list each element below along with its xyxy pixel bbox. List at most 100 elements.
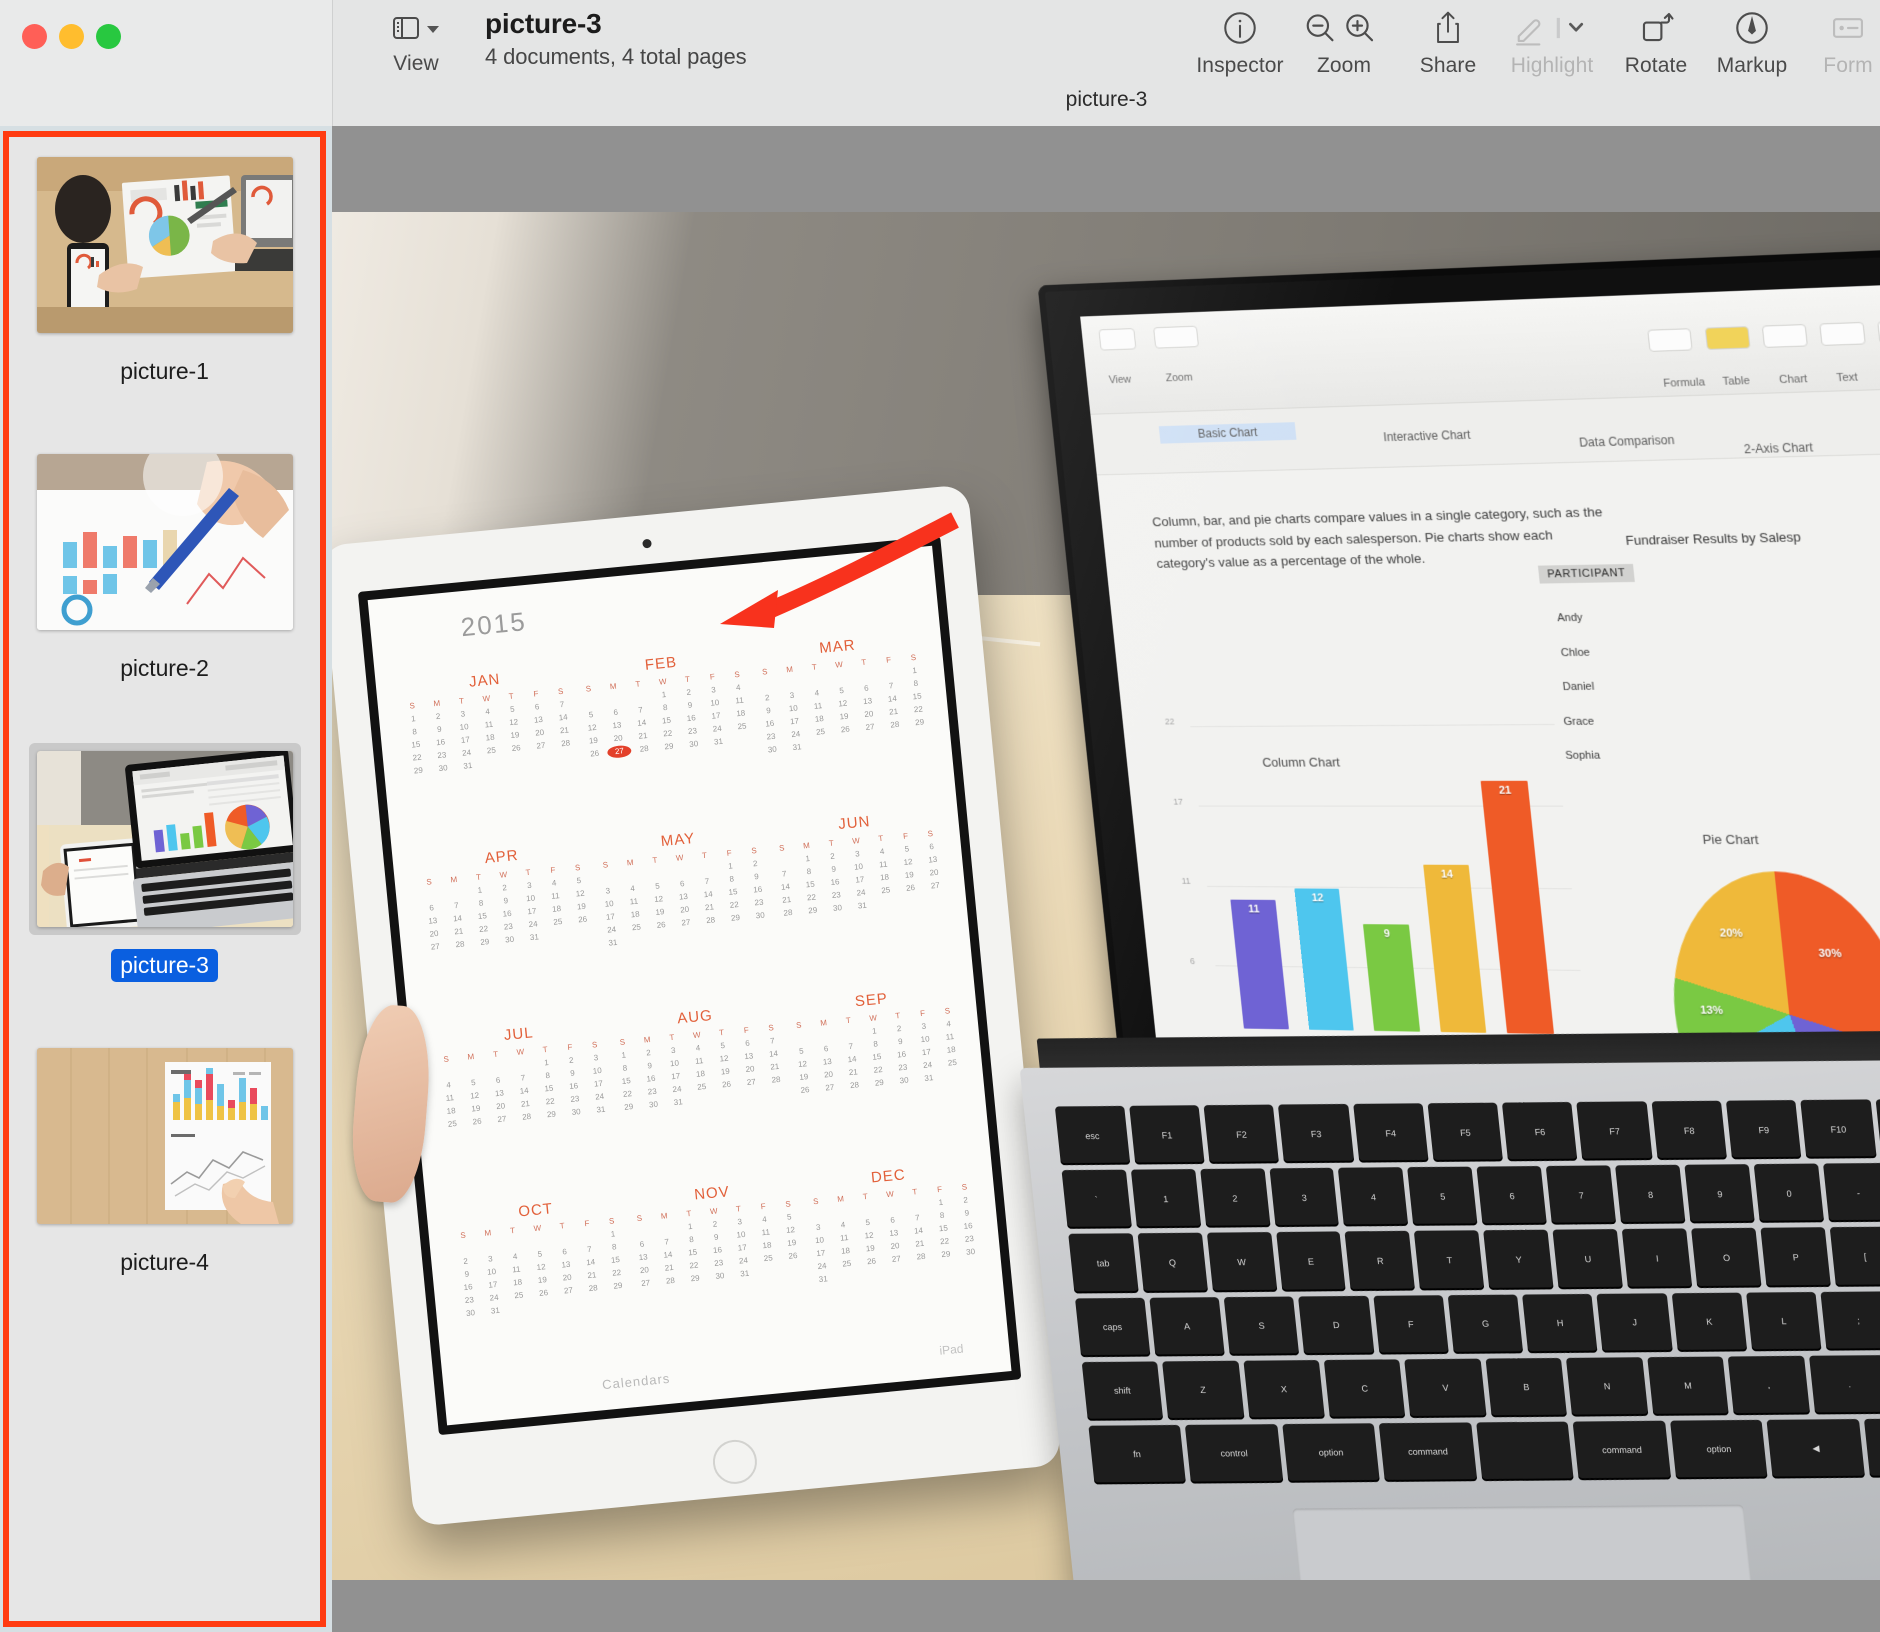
- list-item[interactable]: picture-2: [9, 446, 320, 743]
- calendar-days: S M T W T F S 1 2 3 4 5 6 7 8 9 10 11 12 13 14 15 16 17 18 19 20 21…: [610, 1021, 790, 1114]
- thumbnail-shell[interactable]: [29, 1040, 301, 1232]
- keyboard-key: B: [1485, 1357, 1568, 1417]
- keyboard-key: K: [1671, 1291, 1748, 1352]
- keyboard-key: fn: [1088, 1424, 1187, 1484]
- macbook-keyboard: escF1F2F3F4F5F6F7F8F9F10F11F12`123456789…: [1054, 1098, 1880, 1484]
- keyboard-key: ◀: [1766, 1418, 1866, 1478]
- calendar-day: 23: [754, 897, 764, 908]
- markup-label: Markup: [1716, 54, 1788, 77]
- calendar-weekday: T: [701, 851, 708, 861]
- calendar-day: 5: [786, 1211, 792, 1222]
- titlebar-right-zone: View picture-3 4 documents, 4 total page…: [332, 0, 1880, 126]
- calendar-weekday: T: [878, 834, 884, 844]
- keyboard-key: [1475, 1420, 1575, 1481]
- calendar-day: 8: [688, 1234, 695, 1244]
- thumbnail-label[interactable]: picture-1: [111, 355, 218, 388]
- thumbnail-label[interactable]: picture-2: [111, 652, 218, 685]
- thumbnail-shell[interactable]: [29, 446, 301, 638]
- calendar-day: 17: [487, 1279, 498, 1290]
- keyboard-key: esc: [1054, 1105, 1131, 1166]
- formula-chip: [1646, 327, 1693, 352]
- traffic-lights[interactable]: [22, 24, 121, 49]
- calendar-month: OCT S M T W T F S 1 2 3 4 5 6 7 8 9 10 11 12 13 14 15 16 17 18 19 2…: [449, 1193, 638, 1382]
- inspector-button[interactable]: Inspector: [1192, 6, 1288, 78]
- calendar-day: 26: [472, 1116, 482, 1126]
- calendar-day: 19: [839, 711, 849, 722]
- list-item[interactable]: picture-1: [9, 149, 320, 446]
- tab-basic-chart[interactable]: Basic Chart: [1158, 421, 1297, 444]
- calendar-days: S M T W T F S 1 2 3 4 5 6 7 8 9 10 11 12 13 14 15 16 17 18 19 20 21…: [627, 1197, 807, 1290]
- calendar-day: 14: [558, 712, 569, 723]
- page-canvas[interactable]: 2015 JAN S M T W T F S 1 2 3 4 5 6 7 8 9 10 11 12 13 14 15 16 17…: [332, 212, 1880, 1580]
- sidebar-toggle-icon[interactable]: [393, 17, 419, 39]
- highlight-label: Highlight: [1510, 54, 1594, 77]
- calendar-day: 10: [604, 899, 615, 910]
- calendar-day: 31: [529, 932, 540, 943]
- view-icons[interactable]: [393, 8, 439, 48]
- thumbnail-shell[interactable]: [29, 149, 301, 341]
- macbook-screen: View Zoom Formula Table Chart Text Basic…: [1080, 281, 1880, 1092]
- share-button[interactable]: Share: [1400, 6, 1496, 78]
- thumbnail-list[interactable]: picture-1 picture-2 picture-3 picture-4: [9, 137, 320, 1621]
- calendar-day: 27: [891, 1253, 902, 1264]
- document-viewer[interactable]: 2015 JAN S M T W T F S 1 2 3 4 5 6 7 8 9 10 11 12 13 14 15 16 17…: [332, 126, 1880, 1632]
- calendar-blank: [602, 693, 627, 707]
- thumbnail-image-picture-1[interactable]: [36, 157, 293, 333]
- calendar-day: 30: [688, 739, 699, 750]
- calendar-days: S M T W T F S 1 2 3 4 5 6 7 8 9 10 11 12 13 14 15 16 17 18 19 20 21…: [434, 1038, 614, 1131]
- calendar-day: 16: [463, 1281, 473, 1292]
- document-subtitle: 4 documents, 4 total pages: [485, 44, 747, 69]
- calendar-day: 20: [429, 929, 439, 939]
- thumbnail-shell[interactable]: [28, 743, 301, 935]
- calendar-weekday: M: [802, 841, 811, 851]
- markup-button[interactable]: Markup: [1704, 6, 1800, 78]
- list-item-selected[interactable]: picture-3: [9, 743, 320, 1040]
- calendar-day: 15: [544, 1083, 554, 1093]
- calendar-day: 21: [848, 1066, 859, 1077]
- rotate-icon: [1637, 6, 1675, 50]
- calendar-month: JUL S M T W T F S 1 2 3 4 5 6 7 8 9 10 11 12 13 14 15 16 17 18 19 2…: [432, 1017, 621, 1206]
- ipad-camera: [642, 538, 653, 549]
- tab-data-comparison[interactable]: Data Comparison: [1578, 433, 1675, 450]
- minimize-button[interactable]: [59, 24, 84, 49]
- keyboard-key: S: [1223, 1295, 1300, 1355]
- view-control[interactable]: View: [373, 8, 459, 76]
- calendar-day: 18: [485, 732, 496, 743]
- calendar-blank: [669, 864, 694, 878]
- calendar-day: 27: [563, 1285, 574, 1296]
- tab-interactive-chart[interactable]: Interactive Chart: [1383, 428, 1471, 444]
- form-button[interactable]: Form: [1800, 6, 1880, 78]
- thumbnail-image-picture-2[interactable]: [36, 454, 293, 630]
- thumbnail-sidebar[interactable]: picture-1 picture-2 picture-3 picture-4: [0, 126, 332, 1632]
- calendar-day: 26: [840, 724, 851, 735]
- calendar-day: 4: [551, 878, 557, 889]
- calendar-weekday: S: [585, 684, 592, 694]
- calendar-weekday: S: [409, 701, 416, 711]
- keyboard-key: M: [1647, 1355, 1730, 1416]
- calendar-weekday: T: [492, 1049, 499, 1059]
- calendar-day: 13: [533, 715, 544, 725]
- calendar-weekday: S: [733, 669, 741, 680]
- list-item[interactable]: picture-4: [9, 1040, 320, 1337]
- calendar-day: 16: [963, 1220, 973, 1231]
- thumbnail-image-picture-3[interactable]: [36, 751, 293, 927]
- chevron-down-icon[interactable]: [427, 26, 439, 33]
- calendar-day: 7: [637, 705, 644, 715]
- calendar-day: 31: [792, 742, 802, 753]
- calendar-year: 2015: [459, 605, 528, 643]
- thumbnail-label-selected[interactable]: picture-3: [111, 949, 218, 982]
- tab-2-axis-chart[interactable]: 2-Axis Chart: [1743, 440, 1813, 456]
- zoom-tool-button[interactable]: Zoom: [1288, 6, 1400, 78]
- zoom-button[interactable]: [96, 24, 121, 49]
- inspector-label: Inspector: [1196, 54, 1284, 77]
- close-button[interactable]: [22, 24, 47, 49]
- calendar-day: 3: [487, 1253, 494, 1264]
- calendar-day: 8: [478, 898, 484, 909]
- thumbnail-label[interactable]: picture-4: [111, 1246, 218, 1279]
- calendar-day: 24: [922, 1059, 933, 1070]
- rotate-button[interactable]: Rotate: [1608, 6, 1704, 78]
- highlight-button[interactable]: Highlight: [1496, 6, 1608, 78]
- thumbnail-image-picture-4[interactable]: [36, 1048, 293, 1224]
- sidebar-annotation-box: picture-1 picture-2 picture-3 picture-4: [3, 131, 326, 1627]
- column-chart-gridline: [1190, 723, 1555, 727]
